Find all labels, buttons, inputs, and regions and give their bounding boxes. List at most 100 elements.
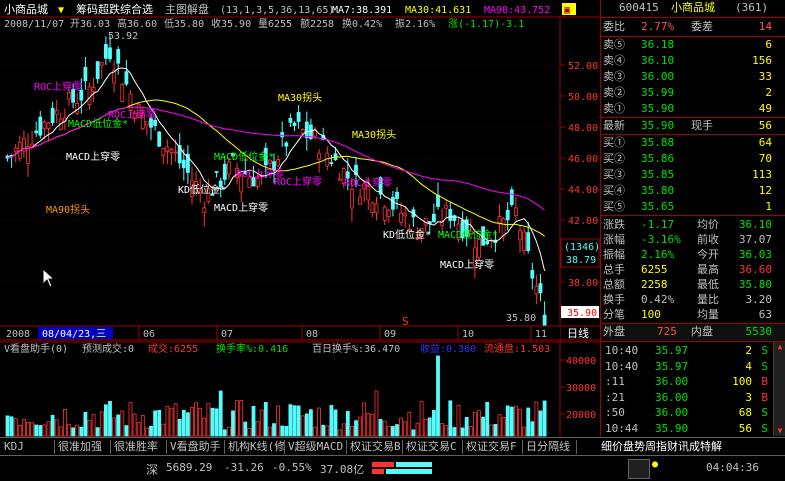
- bar-volume: 量6255: [258, 18, 292, 30]
- sell-price: 36.18: [641, 38, 675, 51]
- quote-row: 卖③ 36.00 33: [601, 69, 785, 85]
- price-axis-label: 46.00: [568, 154, 598, 165]
- sell-volume: 49: [758, 102, 772, 115]
- bar-amplitude: 振2.16%: [395, 17, 435, 30]
- index-change: -31.26: [224, 461, 264, 474]
- sell-level-label: 卖③: [603, 70, 625, 83]
- stat-value: 63: [758, 308, 772, 321]
- signal-annotation: MA30拐头: [352, 128, 396, 141]
- kline-chart[interactable]: 小商品城 ▼ 筹码超跌综合选 主图解盘 (13,1,3,5,36,13,65) …: [0, 0, 600, 448]
- stat-label: 涨幅: [603, 233, 625, 246]
- period-label[interactable]: 日线: [567, 326, 589, 340]
- vol-panel-title[interactable]: V看盘助手(0): [4, 342, 68, 355]
- index-pct: -0.55%: [272, 461, 312, 474]
- stat-label: 最低: [697, 278, 719, 291]
- weibi-value: 2.77%: [641, 20, 675, 33]
- tick-time: :11: [605, 375, 625, 388]
- tick-price: 35.90: [655, 421, 689, 435]
- indicator-tab[interactable]: 权证交易F: [466, 440, 517, 454]
- tick-scrollbar[interactable]: ▲ ▼: [773, 342, 785, 436]
- signal-annotation: ROC上穿零: [34, 80, 82, 93]
- buy-price: 35.80: [641, 184, 675, 197]
- indicator-tab[interactable]: KDJ: [4, 440, 24, 454]
- quote-row: 买③ 35.85 113: [601, 167, 785, 183]
- indicator-tab[interactable]: 机构K线(修: [228, 440, 285, 454]
- volume-axis-label: 30000: [566, 383, 596, 394]
- signal-annotation: MA90拐头: [46, 203, 90, 216]
- indicator-tab[interactable]: 很准胜率: [114, 440, 158, 454]
- sell-volume: 33: [758, 70, 772, 83]
- signal-annotation: MACD上穿零: [440, 258, 494, 271]
- bar-date: 2008/11/07: [4, 19, 64, 30]
- vol-hundred-day: 百日换手%:36.470: [312, 342, 400, 355]
- tick-price: 36.00: [655, 406, 689, 419]
- tick-volume: 3: [745, 390, 752, 404]
- buy-volume: 64: [758, 136, 772, 149]
- ma30-value: MA30:41.631: [405, 5, 471, 16]
- ma7-value: MA7:38.391: [332, 5, 392, 16]
- buy-level-label: 买⑤: [603, 200, 625, 213]
- sell-price: 35.99: [641, 86, 675, 99]
- vol-float: 流通盘:1.503: [484, 342, 550, 355]
- sell-level-label: 卖④: [603, 54, 625, 67]
- stock-name-label: 小商品城: [4, 2, 48, 16]
- vol-turnover-rate: 换手率%:0.416: [216, 342, 288, 355]
- chart-area[interactable]: 小商品城 ▼ 筹码超跌综合选 主图解盘 (13,1,3,5,36,13,65) …: [0, 0, 600, 448]
- stat-label: 分笔: [603, 308, 625, 321]
- sell-volume: 6: [765, 38, 772, 51]
- signal-annotation: MACD低位金*: [214, 150, 274, 163]
- buy-level-label: 买②: [603, 152, 625, 165]
- tick-side: B: [761, 375, 768, 388]
- last-price-row: 最新 35.90 现手 56: [603, 119, 772, 132]
- vol-predict: 预测成交:0: [82, 342, 134, 355]
- tick-price: 36.00: [655, 375, 689, 388]
- quote-view-tabs[interactable]: 细价盘势周指财讯成特解: [601, 440, 722, 454]
- scroll-up-icon[interactable]: ▲: [774, 342, 785, 352]
- alarm-icon[interactable]: ●: [652, 459, 658, 470]
- stat-label: 振幅: [603, 248, 625, 261]
- stat-value: 0.42%: [641, 293, 675, 306]
- stat-label: 均价: [697, 218, 719, 231]
- month-label: 06: [143, 329, 155, 340]
- quote-row: 涨跌 -1.17 均价 36.10: [601, 217, 785, 233]
- indicator-tab-bar[interactable]: KDJ 很准加强 很准胜率 V看盘助手 机构K线(修 V超级MACD 权证交易B 权证交易C 权…: [0, 437, 785, 456]
- indicator-tab[interactable]: V看盘助手: [170, 440, 221, 454]
- indicator-tab[interactable]: 权证交易C: [406, 440, 457, 454]
- indicator-tab[interactable]: 日分隔线: [526, 440, 570, 454]
- volume-axis-label: 40000: [566, 356, 596, 367]
- low-price-mark: 35.80: [506, 313, 536, 324]
- indicator-tab[interactable]: V超级MACD: [288, 440, 343, 454]
- bar-close: 收35.90: [211, 17, 251, 30]
- buy-price: 35.88: [641, 136, 675, 149]
- signal-annotation: MACD上穿零: [214, 201, 268, 214]
- signal-annotation: MA30拐头: [278, 91, 322, 104]
- volume-axis-label: 20000: [566, 410, 596, 421]
- stat-label: 前收: [697, 233, 719, 246]
- indicator-name[interactable]: 筹码超跌综合选: [76, 2, 153, 16]
- sell-volume: 2: [765, 86, 772, 99]
- stock-code: 600415: [619, 1, 659, 14]
- stat-label: 最高: [697, 263, 719, 276]
- quote-row: 总额 2258 最低 35.80: [601, 277, 785, 293]
- stat-value: 35.80: [738, 278, 772, 291]
- badge-value: 38.79: [566, 255, 596, 266]
- stat-value: 100: [641, 308, 661, 321]
- signal-annotation: ROC上穿零: [274, 175, 322, 188]
- connection-icon[interactable]: [628, 459, 650, 479]
- weicha-value: 14: [758, 20, 772, 33]
- indicator-tab[interactable]: 很准加强: [58, 440, 102, 454]
- ma-marker-icon: ▼: [58, 5, 64, 16]
- bar-open: 开36.03: [70, 19, 110, 30]
- quote-row: 卖⑤ 36.18 6: [601, 37, 785, 53]
- tick-side: S: [761, 406, 768, 419]
- buy-volume: 12: [758, 184, 772, 197]
- quote-panel[interactable]: 600415 小商品城 (361) 委比 2.77% 委差 14 卖⑤ 36.18…: [600, 0, 785, 437]
- scroll-down-icon[interactable]: ▼: [774, 426, 785, 436]
- quote-row: 10:44 35.90 56 S: [601, 421, 785, 437]
- stat-label: 总额: [603, 278, 625, 291]
- sell-volume: 156: [752, 54, 772, 67]
- main-label: 主图解盘: [165, 2, 209, 16]
- price-axis-label: 50.00: [568, 92, 598, 103]
- indicator-tab[interactable]: 权证交易B: [350, 440, 401, 454]
- quote-row: 卖① 35.90 49: [601, 101, 785, 117]
